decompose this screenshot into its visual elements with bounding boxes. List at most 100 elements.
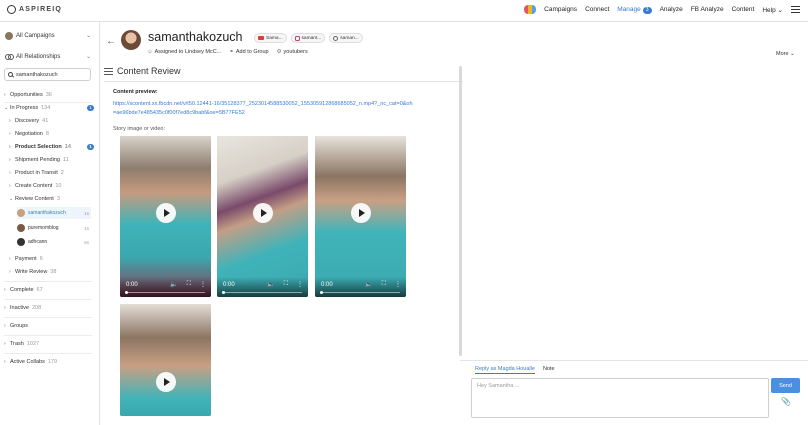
tab-note[interactable]: Note <box>543 366 555 374</box>
review-item-adhcann[interactable]: adhcann 6s <box>17 236 91 248</box>
tree-payment[interactable]: › Payment 6 <box>9 254 94 264</box>
fullscreen-icon[interactable]: ⛶ <box>382 281 386 288</box>
tree-shipment-pending[interactable]: › Shipment Pending 11 <box>9 155 94 165</box>
tree-trash[interactable]: › Trash 1027 <box>4 339 94 349</box>
video-scrubber[interactable] <box>222 291 225 294</box>
campaign-dropdown-label: All Campaigns <box>16 32 55 39</box>
more-menu[interactable]: More ⌄ <box>776 51 795 57</box>
divider <box>4 353 92 354</box>
play-icon[interactable] <box>350 203 371 224</box>
story-video-2[interactable]: 0:00 🔈 ⛶ ⋮ <box>217 136 308 297</box>
video-control-icons[interactable]: 🔈 ⛶ ⋮ <box>365 281 401 288</box>
content-url-link[interactable]: https://scontent.xx.fbcdn.net/v/t50.1244… <box>113 100 413 117</box>
scrollbar[interactable] <box>459 66 462 356</box>
nav-help[interactable]: Help ⌄ <box>762 6 783 14</box>
tree-opportunities[interactable]: › Opportunities 36 <box>4 90 94 100</box>
video-progress-bar[interactable] <box>126 292 205 293</box>
divider <box>4 299 92 300</box>
video-progress-bar[interactable] <box>223 292 302 293</box>
tree-label: Inactive <box>10 305 29 311</box>
reply-textarea[interactable]: Hey Samantha ... <box>471 378 769 418</box>
tree-negotiation[interactable]: › Negotiation 8 <box>9 129 94 139</box>
person-name: samanthakozuch <box>28 210 66 216</box>
fullscreen-icon[interactable]: ⛶ <box>284 281 288 288</box>
brand-icon[interactable] <box>524 5 537 14</box>
video-control-icons[interactable]: 🔈 ⛶ ⋮ <box>267 281 303 288</box>
story-video-3[interactable]: 0:00 🔈 ⛶ ⋮ <box>315 136 406 297</box>
campaign-dropdown[interactable]: All Campaigns ⌄ <box>5 30 91 41</box>
nav-content[interactable]: Content <box>732 6 755 13</box>
tree-label: Active Collabs <box>10 359 45 365</box>
add-group-label: Add to Group <box>235 49 269 55</box>
nav-connect[interactable]: Connect <box>585 6 609 13</box>
tree-count: 41 <box>42 118 49 124</box>
volume-icon[interactable]: 🔈 <box>267 281 274 288</box>
send-button[interactable]: Send <box>771 378 800 393</box>
assigned-to[interactable]: ☺ Assigned to Lindsey McC... <box>147 49 221 55</box>
hamburger-menu-icon[interactable] <box>791 6 800 13</box>
attachment-icon[interactable]: 📎 <box>781 397 791 406</box>
tree-active-collabs[interactable]: › Active Collabs 179 <box>4 357 94 367</box>
logo-icon <box>7 5 16 14</box>
video-progress-bar[interactable] <box>321 292 400 293</box>
aspireiq-logo[interactable]: ASPIREIQ <box>7 5 62 14</box>
tree-write-review[interactable]: › Write Review 38 <box>9 267 94 277</box>
relationship-dropdown[interactable]: All Relationships ⌄ <box>5 51 91 62</box>
review-item-samanthakozuch[interactable]: samanthakozuch 1s <box>17 207 91 219</box>
nav-fb-analyze[interactable]: FB Analyze <box>691 6 724 13</box>
play-icon[interactable] <box>155 203 176 224</box>
back-arrow-icon[interactable]: ← <box>106 36 116 47</box>
tree-product-in-transit[interactable]: › Product in Transit 2 <box>9 168 94 178</box>
nav-campaigns[interactable]: Campaigns <box>544 6 577 13</box>
video-scrubber[interactable] <box>320 291 323 294</box>
nav-analyze[interactable]: Analyze <box>660 6 683 13</box>
video-control-icons[interactable]: 🔈 ⛶ ⋮ <box>170 281 206 288</box>
more-vert-icon[interactable]: ⋮ <box>200 281 206 288</box>
tree-discovery[interactable]: › Discovery 41 <box>9 116 94 126</box>
pinterest-chip[interactable]: saman... <box>329 33 363 43</box>
video-time: 0:00 <box>126 282 138 288</box>
tree-count: 11 <box>62 157 69 163</box>
search-input[interactable]: samanthakozuch <box>4 68 91 81</box>
group-tag[interactable]: ⚙ youtubers <box>277 49 308 55</box>
instagram-chip[interactable]: samant... <box>290 33 326 43</box>
tree-groups[interactable]: › Groups <box>4 321 94 331</box>
add-to-group-button[interactable]: ⚭ Add to Group <box>229 49 268 55</box>
play-icon[interactable] <box>252 203 273 224</box>
tree-count: 10 <box>55 183 62 189</box>
chevron-down-icon: ⌄ <box>777 6 783 14</box>
video-scrubber[interactable] <box>125 291 128 294</box>
tree-label: Shipment Pending <box>15 157 60 163</box>
fullscreen-icon[interactable]: ⛶ <box>187 281 191 288</box>
tab-reply[interactable]: Reply as Magda Houalle <box>475 366 535 374</box>
story-label: Story image or video: <box>113 126 165 132</box>
tree-count: 179 <box>47 359 58 365</box>
nav-manage[interactable]: Manage 3 <box>617 6 652 14</box>
tree-in-progress[interactable]: ⌄ In Progress 134 1 <box>4 103 94 113</box>
search-icon <box>8 72 13 77</box>
tree-complete[interactable]: › Complete 67 <box>4 285 94 295</box>
tree-create-content[interactable]: › Create Content 10 <box>9 181 94 191</box>
avatar <box>17 238 25 246</box>
video-time: 0:00 <box>223 282 235 288</box>
search-value: samanthakozuch <box>16 71 58 78</box>
more-vert-icon[interactable]: ⋮ <box>395 281 401 288</box>
tree-label: Product in Transit <box>15 170 58 176</box>
nav-help-label: Help <box>762 6 776 14</box>
play-icon[interactable] <box>155 372 176 393</box>
tree-product-selection[interactable]: › Product Selection 14 1 <box>9 142 94 152</box>
tree-inactive[interactable]: › Inactive 208 <box>4 303 94 313</box>
more-vert-icon[interactable]: ⋮ <box>297 281 303 288</box>
creator-name: samanthakozuch <box>148 30 243 44</box>
story-video-1[interactable]: 0:00 🔈 ⛶ ⋮ <box>120 136 211 297</box>
story-video-4[interactable] <box>120 304 211 416</box>
content-review-header: Content Review <box>104 66 181 76</box>
tree-label: Complete <box>10 287 34 293</box>
volume-icon[interactable]: 🔈 <box>170 281 177 288</box>
assigned-label: Assigned to Lindsey McC... <box>154 49 222 55</box>
tree-review-content[interactable]: ⌄ Review Content 3 <box>9 194 94 204</box>
tree-count: 36 <box>45 92 52 98</box>
youtube-chip[interactable]: Sama... <box>254 33 287 43</box>
volume-icon[interactable]: 🔈 <box>365 281 372 288</box>
review-item-puremomblog[interactable]: puremomblog 1s <box>17 222 91 234</box>
